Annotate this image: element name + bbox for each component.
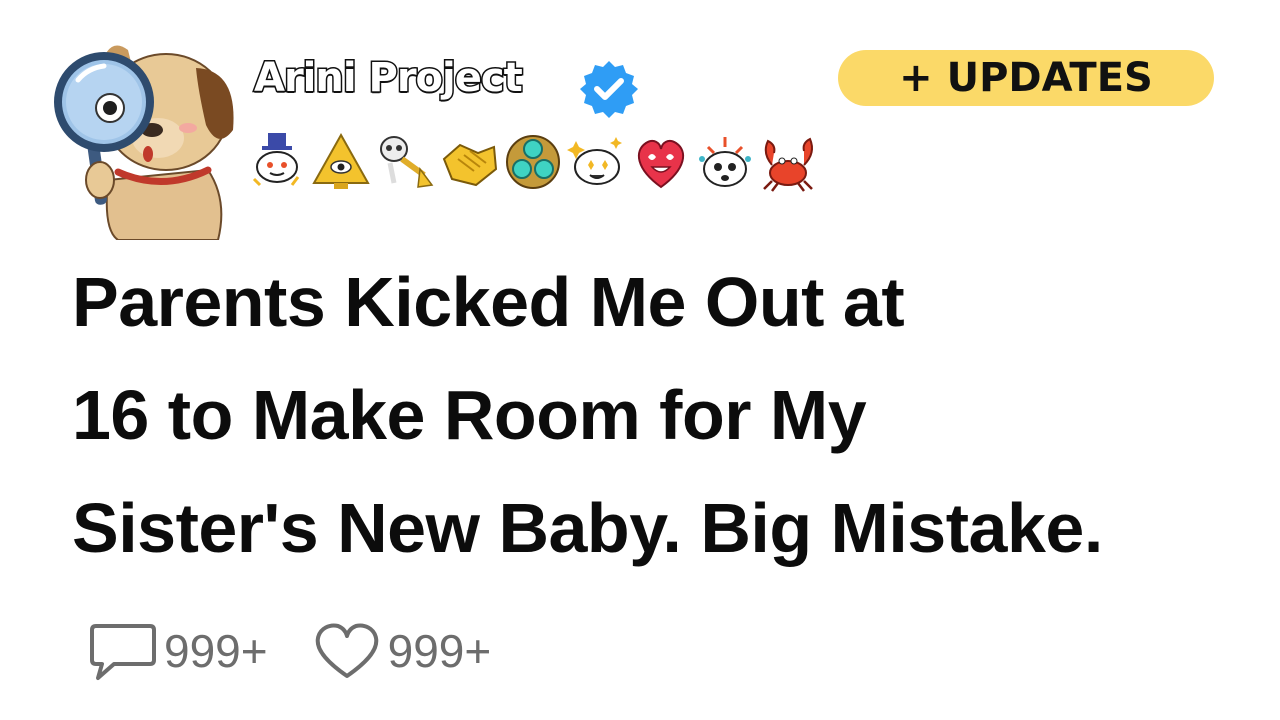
post-title-line: Parents Kicked Me Out at	[72, 263, 905, 341]
avatar[interactable]	[48, 30, 238, 241]
heart-icon	[315, 623, 378, 678]
post-title: Parents Kicked Me Out at 16 to Make Room…	[72, 246, 1252, 585]
snoo-top-hat-award-icon[interactable]	[246, 129, 308, 195]
golden-pyramid-eye-award-icon[interactable]	[310, 129, 372, 195]
post-title-line: Sister's New Baby. Big Mistake.	[72, 489, 1103, 567]
dancing-crab-award-icon[interactable]	[758, 129, 820, 195]
comments-count: 999+	[164, 625, 268, 677]
skeleton-trumpet-award-icon[interactable]	[374, 129, 436, 195]
post-stats: 999+ 999+	[88, 618, 491, 684]
comments-button[interactable]: 999+	[88, 620, 268, 682]
sparkly-snoo-award-icon[interactable]	[566, 129, 628, 195]
golden-handshake-award-icon[interactable]	[438, 129, 500, 195]
like-button[interactable]: 999+	[312, 620, 492, 682]
mind-blown-snoo-award-icon[interactable]	[694, 129, 756, 195]
dog-detective-icon	[54, 45, 234, 241]
post-title-line: 16 to Make Room for My	[72, 376, 867, 454]
gem-trio-award-icon[interactable]	[502, 129, 564, 195]
awards-row	[246, 128, 820, 196]
channel-name[interactable]: Arini Project	[253, 57, 525, 100]
verified-badge-icon	[578, 58, 640, 120]
likes-count: 999+	[387, 625, 492, 677]
comment-icon	[90, 624, 156, 680]
updates-button[interactable]: + UPDATES	[838, 50, 1214, 106]
heart-eyes-award-icon[interactable]	[630, 129, 692, 195]
